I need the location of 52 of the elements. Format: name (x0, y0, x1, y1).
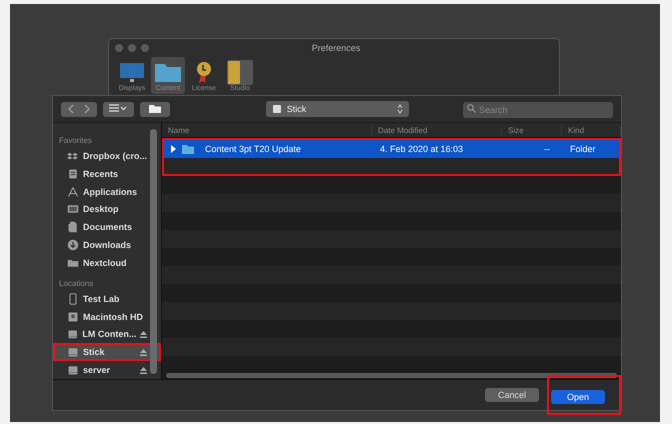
sidebar-item[interactable]: Recents (53, 164, 161, 183)
scrollbar[interactable] (166, 372, 617, 378)
chevrons-icon (66, 104, 92, 114)
downloads-icon (67, 239, 79, 252)
file-name: Content 3pt T20 Update (204, 144, 301, 154)
eject-icon[interactable] (140, 330, 147, 338)
drive-icon (67, 328, 78, 340)
eject-icon[interactable] (140, 348, 147, 356)
applications-icon (67, 186, 79, 198)
folder-icon (182, 144, 194, 154)
date-cell-text: 4. Feb 2020 at 16:03 (379, 144, 464, 154)
new-folder-button[interactable] (140, 102, 170, 116)
drive-icon (272, 104, 282, 114)
sidebar-item[interactable]: server (53, 361, 161, 379)
sidebar-item[interactable]: LM Conten... (53, 325, 161, 344)
studio-icon (226, 59, 254, 85)
sidebar-heading: Favorites (58, 135, 93, 147)
kind-cell-text: Folder (569, 144, 597, 154)
eject-icon[interactable] (140, 366, 147, 374)
disclosure-icon[interactable] (170, 145, 177, 153)
location-dropdown[interactable]: Stick (266, 101, 409, 117)
sidebar-item[interactable]: Desktop (53, 200, 161, 218)
cancel-button[interactable]: Cancel (485, 388, 539, 402)
back-forward-button[interactable] (61, 102, 97, 116)
sidebar-item[interactable]: Macintosh HD (53, 308, 161, 326)
sidebar-item[interactable]: Downloads (53, 236, 161, 254)
column-header[interactable]: Date Modified (372, 126, 502, 134)
sidebar-item[interactable]: Applications (53, 182, 161, 200)
recents-icon (67, 168, 79, 180)
sidebar-item[interactable]: Stick (53, 343, 161, 362)
open-button[interactable]: Open (551, 390, 605, 404)
folder-icon (148, 104, 162, 114)
sidebar-heading: Locations (58, 278, 94, 290)
scrollbar[interactable] (150, 129, 157, 374)
updown-icon (396, 104, 403, 114)
list-icon (108, 104, 128, 114)
column-header[interactable]: Name (162, 126, 372, 134)
column-header[interactable]: Kind (562, 126, 621, 134)
drive-icon (67, 364, 79, 376)
file-row[interactable]: Content 3pt T20 Update 4. Feb 2020 at 16:03 -- Folder (164, 140, 619, 158)
drive-icon (67, 346, 79, 358)
column-header[interactable]: Size (502, 126, 562, 134)
desktop-icon (67, 203, 79, 216)
sidebar-item[interactable]: Nextcloud (53, 254, 161, 272)
window-title: Preferences (310, 43, 362, 53)
phone-icon (67, 292, 79, 305)
documents-icon (67, 221, 79, 234)
view-button[interactable] (102, 102, 134, 116)
sidebar-item[interactable]: Test Lab (53, 290, 161, 308)
sidebar-item[interactable]: Documents (53, 218, 161, 236)
size-cell-text: -- (543, 144, 551, 154)
sidebar-item[interactable]: Dropbox (cro... (53, 147, 161, 165)
